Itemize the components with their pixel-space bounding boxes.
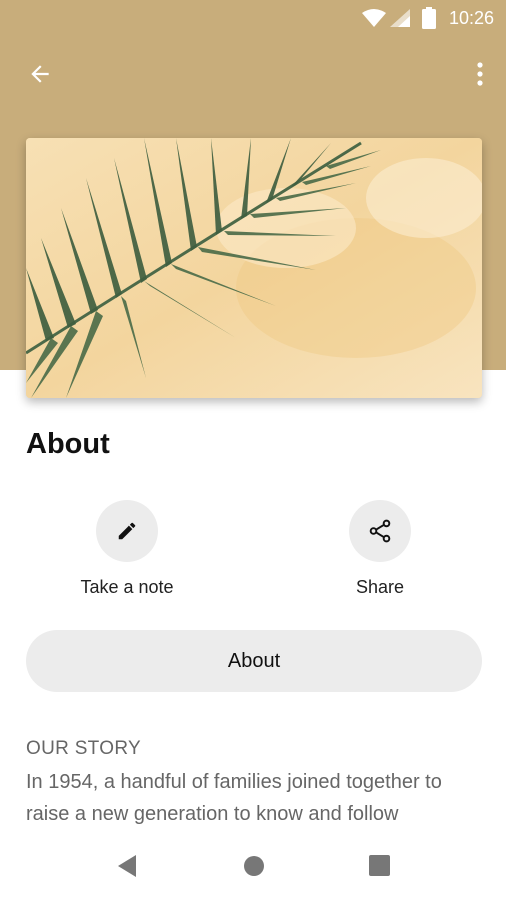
more-options-button[interactable] [468,56,492,92]
page-title: About [26,428,110,460]
share-label: Share [355,577,405,597]
palm-leaf-photo [26,138,482,398]
pencil-icon [118,522,136,540]
signal-icon [390,9,410,27]
status-time: 10:26 [448,8,494,28]
hero-image [26,138,482,398]
battery-icon [422,7,436,29]
nav-recents-icon[interactable] [369,855,390,876]
take-note-label: Take a note [80,577,174,597]
wifi-icon [362,9,386,27]
share-icon [369,519,391,543]
section-heading: OUR STORY [26,738,141,759]
take-note-button[interactable] [96,500,158,562]
arrow-back-icon [31,65,49,83]
share-action[interactable]: Share [300,500,460,598]
status-bar: 10:26 [0,0,506,36]
back-button[interactable] [22,56,58,92]
more-vert-icon [477,62,483,86]
about-button[interactable]: About [26,630,482,692]
nav-home-icon[interactable] [243,855,265,877]
share-button[interactable] [349,500,411,562]
take-note-action[interactable]: Take a note [47,500,207,598]
system-nav-bar [0,834,506,900]
story-text: In 1954, a handful of families joined to… [26,771,442,825]
nav-back-icon[interactable] [116,854,138,878]
